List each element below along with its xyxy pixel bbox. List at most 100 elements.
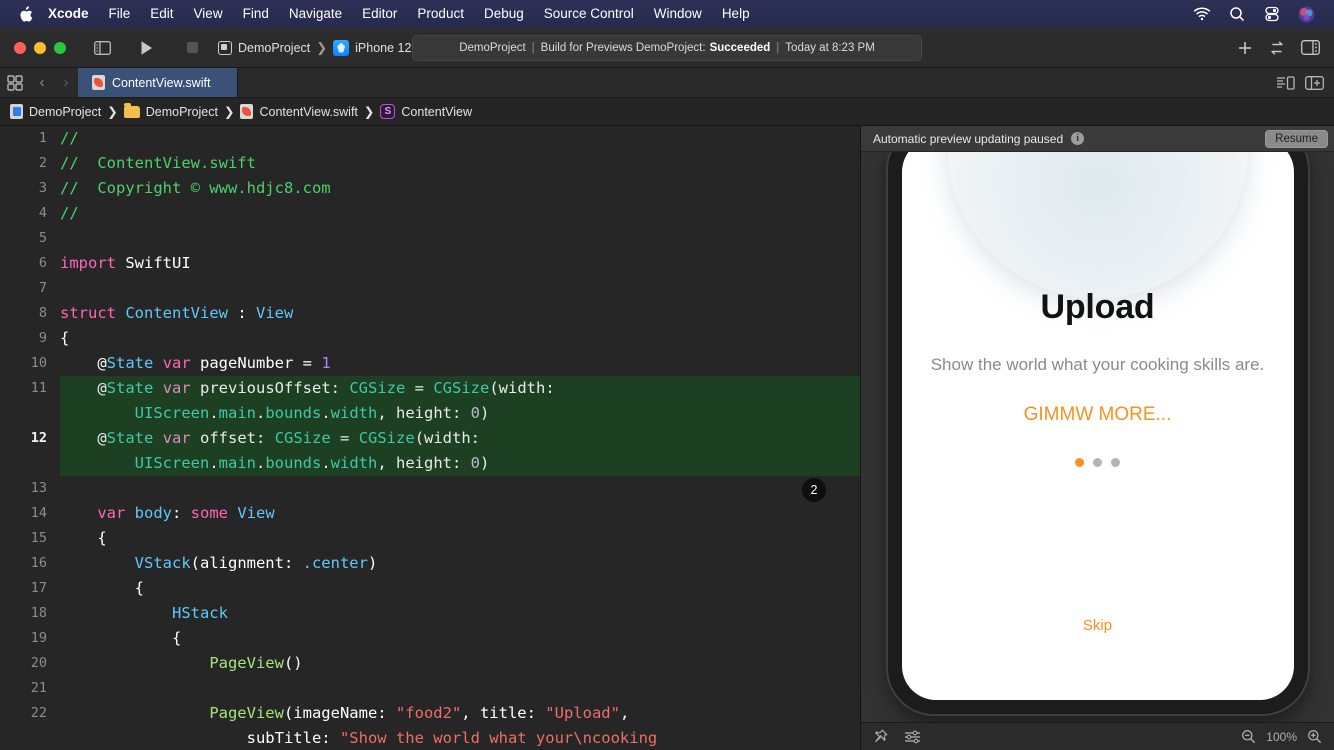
zoom-in-icon[interactable] [1307,729,1322,744]
code-text[interactable]: struct ContentView : View [60,301,860,326]
scheme-selector[interactable]: DemoProject ❯ iPhone 12 [218,39,411,56]
close-window-button[interactable] [14,41,26,54]
code-text[interactable] [60,676,860,701]
code-text[interactable]: @State var offset: CGSize = CGSize(width… [60,426,860,476]
code-line[interactable]: 13 [0,476,860,501]
code-line[interactable]: 7 [0,276,860,301]
preview-canvas[interactable]: Upload Show the world what your cooking … [861,152,1334,722]
code-line[interactable]: 15 { [0,526,860,551]
wifi-icon[interactable] [1192,5,1211,24]
code-line[interactable]: 10 @State var pageNumber = 1 [0,351,860,376]
stop-icon[interactable] [178,36,206,60]
code-line[interactable]: 5 [0,226,860,251]
tab-grid-icon[interactable] [0,68,30,97]
code-line[interactable]: 18 HStack [0,601,860,626]
code-text[interactable]: { [60,576,860,601]
code-text[interactable]: // Copyright © www.hdjc8.com [60,176,860,201]
page-dot-2[interactable] [1093,458,1102,467]
code-line[interactable]: 6 import SwiftUI [0,251,860,276]
menu-item-product[interactable]: Product [407,0,474,28]
info-icon[interactable]: i [1071,132,1085,145]
code-line[interactable]: 11 @State var previousOffset: CGSize = C… [0,376,860,426]
code-text[interactable]: { [60,326,860,351]
source-editor[interactable]: 1 // 2 // ContentView.swift 3 // Copyright © … [0,126,860,750]
page-dot-1[interactable] [1075,458,1084,467]
menu-item-source-control[interactable]: Source Control [534,0,644,28]
code-text[interactable]: @State var previousOffset: CGSize = CGSi… [60,376,860,426]
change-count-badge[interactable]: 2 [802,478,826,502]
zoom-window-button[interactable] [54,41,66,54]
code-lines[interactable]: 1 // 2 // ContentView.swift 3 // Copyright © … [0,126,860,750]
code-review-icon[interactable] [1267,41,1287,55]
code-text[interactable]: // [60,201,860,226]
code-line[interactable]: 14 var body: some View [0,501,860,526]
code-text[interactable]: // [60,126,860,151]
menu-item-navigate[interactable]: Navigate [279,0,352,28]
navigate-back-button[interactable]: ‹ [30,68,54,97]
code-line[interactable]: 19 { [0,626,860,651]
code-text[interactable]: { [60,626,860,651]
code-line[interactable]: 16 VStack(alignment: .center) [0,551,860,576]
breadcrumb-item-folder[interactable]: DemoProject [123,102,218,119]
code-line[interactable]: 2 // ContentView.swift [0,151,860,176]
apple-logo-icon[interactable] [12,5,38,23]
zoom-out-icon[interactable] [1241,729,1256,744]
tab-contentview-swift[interactable]: ContentView.swift [78,68,238,97]
code-line[interactable]: 1 // [0,126,860,151]
search-icon[interactable] [1227,5,1246,24]
window-controls[interactable] [10,41,88,54]
menu-item-xcode[interactable]: Xcode [38,0,99,28]
code-text[interactable]: PageView() [60,651,860,676]
minimap-toggle-icon[interactable] [1276,75,1295,90]
breadcrumb-item-symbol[interactable]: S ContentView [380,104,472,119]
code-line[interactable]: 8 struct ContentView : View [0,301,860,326]
code-line[interactable]: 22 PageView(imageName: "food2", title: "… [0,701,860,750]
menu-item-file[interactable]: File [99,0,141,28]
code-text[interactable] [60,276,860,301]
menu-item-view[interactable]: View [184,0,233,28]
resume-button[interactable]: Resume [1265,129,1328,148]
page-indicator[interactable] [928,458,1268,467]
menu-item-editor[interactable]: Editor [352,0,407,28]
code-text[interactable] [60,476,860,501]
code-text[interactable]: VStack(alignment: .center) [60,551,860,576]
run-icon[interactable] [132,36,160,60]
code-text[interactable]: // ContentView.swift [60,151,860,176]
code-line[interactable]: 12 @State var offset: CGSize = CGSize(wi… [0,426,860,476]
preview-variants-icon[interactable] [904,730,921,744]
code-line[interactable]: 4 // [0,201,860,226]
navigate-forward-button[interactable]: › [54,68,78,97]
siri-icon[interactable] [1297,5,1316,24]
page-dot-3[interactable] [1111,458,1120,467]
menu-item-edit[interactable]: Edit [140,0,183,28]
menu-item-help[interactable]: Help [712,0,760,28]
code-text[interactable]: { [60,526,860,551]
add-icon[interactable] [1237,40,1253,56]
breadcrumb-item-file[interactable]: ContentView.swift [240,104,358,119]
code-text[interactable] [60,226,860,251]
breadcrumb-item-project[interactable]: DemoProject [10,104,101,119]
menu-item-window[interactable]: Window [644,0,712,28]
inspector-toggle-icon[interactable] [1301,40,1320,55]
skip-button[interactable]: Skip [902,617,1294,634]
code-text[interactable]: var body: some View [60,501,860,526]
code-line[interactable]: 9{ [0,326,860,351]
add-editor-icon[interactable] [1305,75,1324,90]
code-text[interactable]: PageView(imageName: "food2", title: "Upl… [60,701,860,750]
code-line[interactable]: 3 // Copyright © www.hdjc8.com [0,176,860,201]
pin-icon[interactable] [873,729,888,744]
gimme-more-link[interactable]: GIMMW MORE... [928,404,1268,426]
code-line[interactable]: 20 PageView() [0,651,860,676]
code-line[interactable]: 17 { [0,576,860,601]
sidebar-toggle-icon[interactable] [88,36,116,60]
code-line[interactable]: 21 [0,676,860,701]
minimize-window-button[interactable] [34,41,46,54]
control-center-icon[interactable] [1262,5,1281,24]
device-screen[interactable]: Upload Show the world what your cooking … [901,152,1294,700]
code-text[interactable]: import SwiftUI [60,251,860,276]
menu-item-debug[interactable]: Debug [474,0,534,28]
code-text[interactable]: HStack [60,601,860,626]
device-frame[interactable]: Upload Show the world what your cooking … [887,152,1308,714]
build-status-bar[interactable]: DemoProject | Build for Previews DemoPro… [412,34,922,61]
code-text[interactable]: @State var pageNumber = 1 [60,351,860,376]
